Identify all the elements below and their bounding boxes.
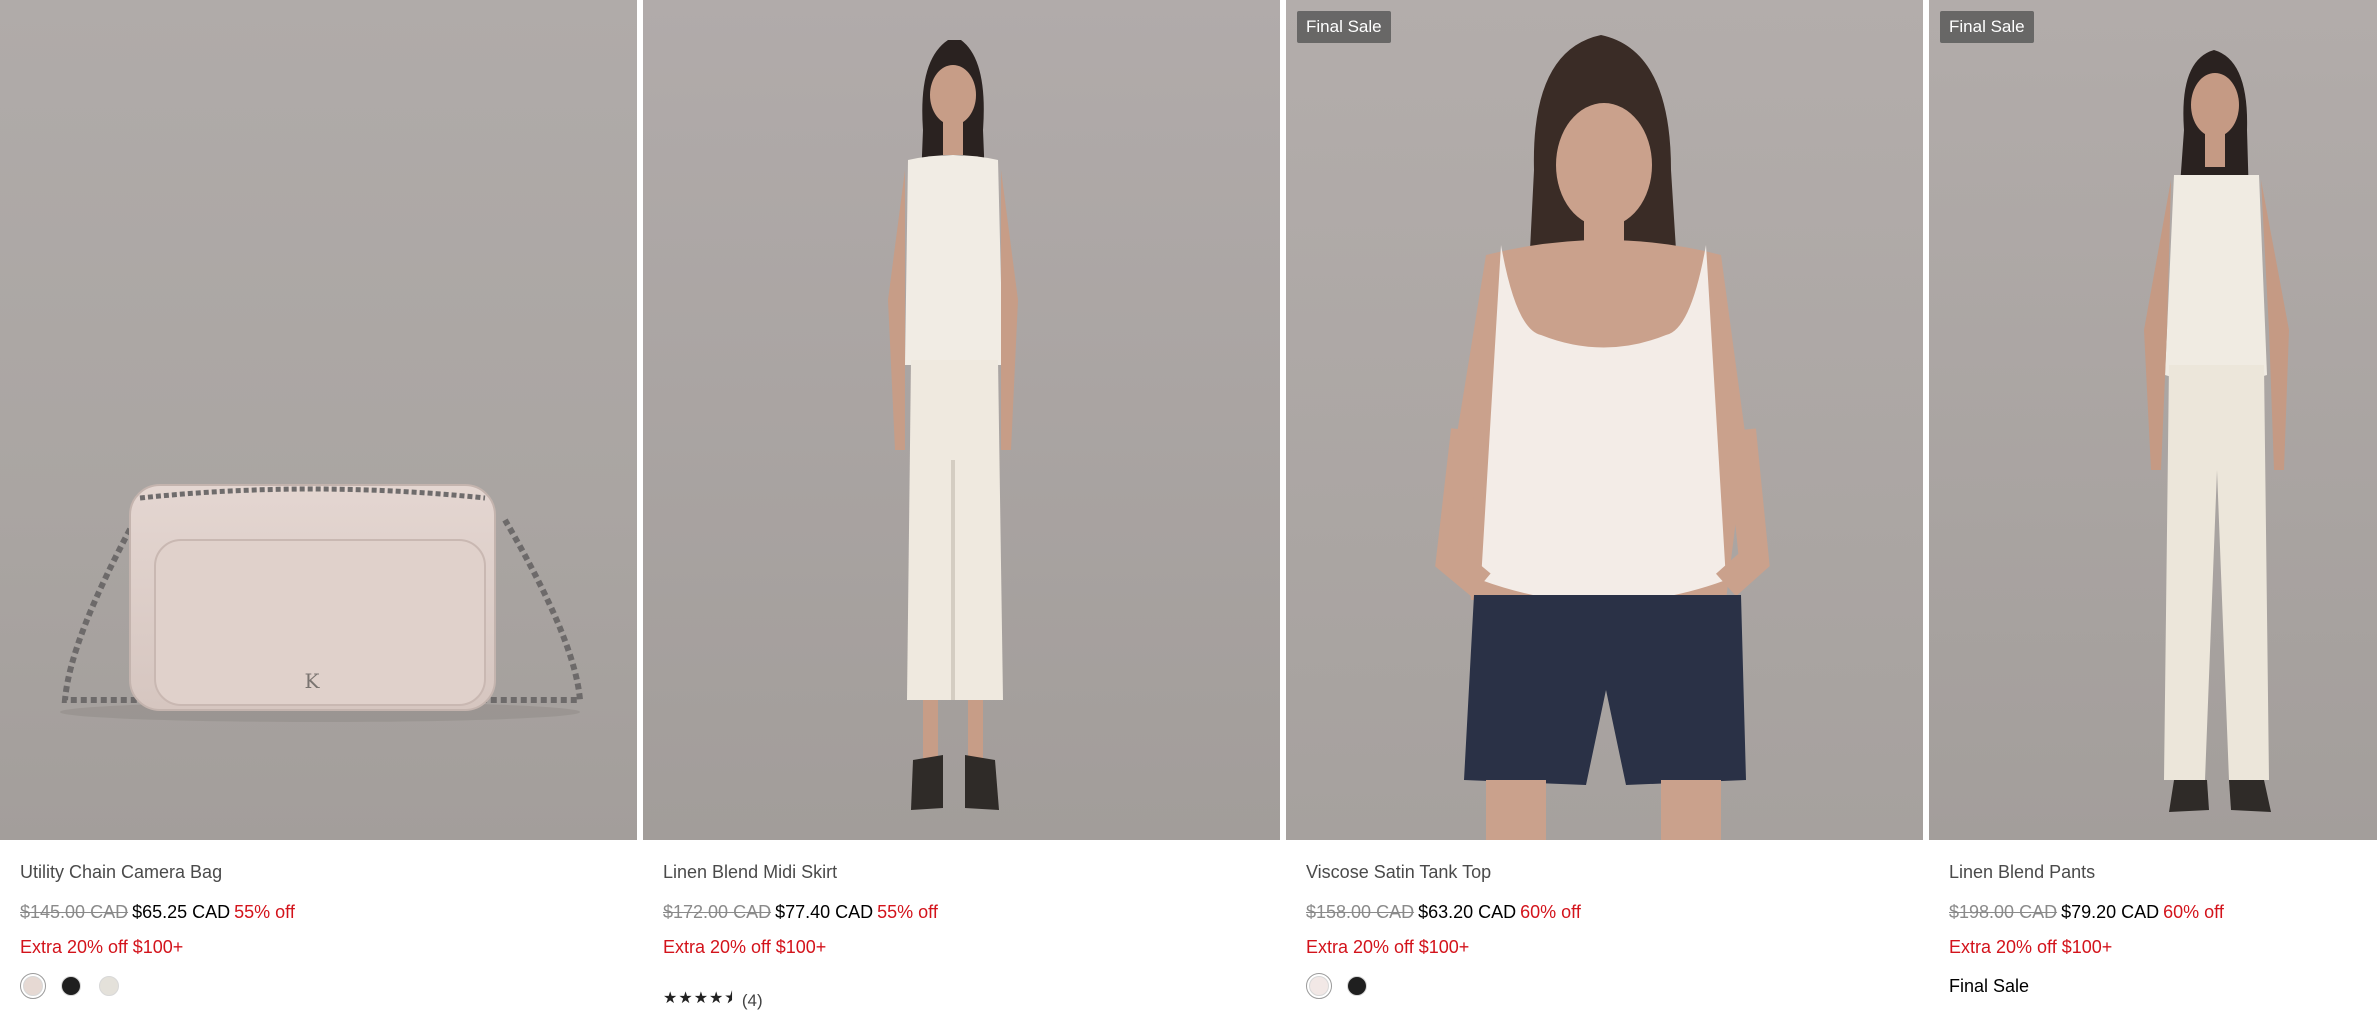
price-row: $145.00 CAD $65.25 CAD 55% off — [20, 902, 295, 923]
color-swatch[interactable] — [20, 973, 46, 999]
color-swatches — [1306, 973, 1370, 999]
final-sale-label: Final Sale — [1949, 976, 2030, 996]
sale-price: $65.25 CAD — [132, 902, 231, 922]
product-image[interactable] — [643, 0, 1280, 840]
product-card[interactable]: Linen Blend Midi Skirt $172.00 CAD $77.40… — [643, 0, 1283, 1010]
model-midi-skirt-photo — [643, 0, 1280, 840]
promo-text: Extra 20% off $100+ — [1306, 937, 1470, 957]
original-price: $145.00 CAD — [20, 902, 129, 922]
product-card[interactable]: Final Sale Viscose Satin Tank Top $158.0… — [1286, 0, 1926, 1010]
product-name[interactable]: Viscose Satin Tank Top — [1306, 862, 1491, 883]
original-price: $158.00 CAD — [1306, 902, 1415, 922]
product-grid: K Utility Chain Camera Bag $145.00 CAD $6… — [0, 0, 2377, 1010]
discount-percent: 55% off — [234, 902, 295, 922]
product-image[interactable]: Final Sale — [1929, 0, 2377, 840]
product-name[interactable]: Linen Blend Midi Skirt — [663, 862, 837, 883]
final-sale-badge: Final Sale — [1940, 11, 2034, 43]
price-row: $158.00 CAD $63.20 CAD 60% off — [1306, 902, 1581, 923]
product-card[interactable]: K Utility Chain Camera Bag $145.00 CAD $6… — [0, 0, 640, 1010]
promo-text: Extra 20% off $100+ — [1949, 937, 2113, 957]
swatch-color — [1309, 976, 1329, 996]
price-row: $172.00 CAD $77.40 CAD 55% off — [663, 902, 938, 923]
sale-price: $63.20 CAD — [1418, 902, 1517, 922]
promo-text: Extra 20% off $100+ — [663, 937, 827, 957]
product-image[interactable]: K — [0, 0, 637, 840]
color-swatch[interactable] — [58, 973, 84, 999]
color-swatch[interactable] — [1344, 973, 1370, 999]
discount-percent: 60% off — [2163, 902, 2224, 922]
product-name[interactable]: Utility Chain Camera Bag — [20, 862, 222, 883]
swatch-color — [23, 976, 43, 996]
final-sale-badge: Final Sale — [1297, 11, 1391, 43]
review-count: (4) — [741, 990, 763, 1010]
original-price: $172.00 CAD — [663, 902, 772, 922]
star-rating-icon: ★★★★⯨ — [663, 988, 734, 1007]
color-swatch[interactable] — [96, 973, 122, 999]
original-price: $198.00 CAD — [1949, 902, 2058, 922]
promo-text: Extra 20% off $100+ — [20, 937, 184, 957]
model-linen-pants-photo — [1929, 0, 2377, 840]
product-image[interactable]: Final Sale — [1286, 0, 1923, 840]
product-card[interactable]: Final Sale Linen Blend Pants $198.00 CAD… — [1929, 0, 2377, 1010]
model-tank-top-photo — [1286, 0, 1923, 840]
swatch-color — [61, 976, 81, 996]
svg-text:K: K — [305, 669, 321, 693]
color-swatches — [20, 973, 122, 999]
product-name[interactable]: Linen Blend Pants — [1949, 862, 2095, 883]
sale-price: $77.40 CAD — [775, 902, 874, 922]
camera-bag-photo: K — [0, 0, 637, 840]
swatch-color — [99, 976, 119, 996]
swatch-color — [1347, 976, 1367, 996]
price-row: $198.00 CAD $79.20 CAD 60% off — [1949, 902, 2224, 923]
discount-percent: 60% off — [1520, 902, 1581, 922]
rating[interactable]: ★★★★⯨ (4) — [663, 987, 763, 1010]
sale-price: $79.20 CAD — [2061, 902, 2160, 922]
color-swatch[interactable] — [1306, 973, 1332, 999]
discount-percent: 55% off — [877, 902, 938, 922]
